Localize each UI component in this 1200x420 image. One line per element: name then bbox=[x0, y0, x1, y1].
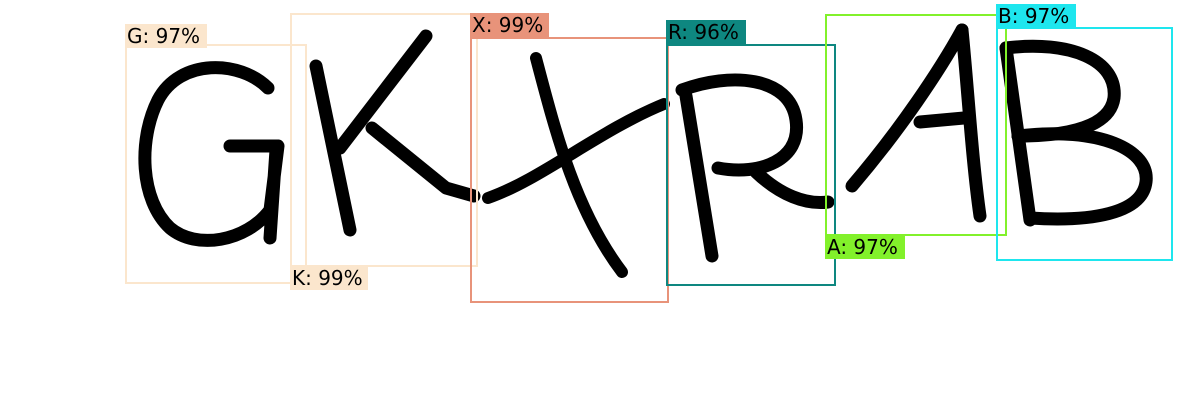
detection-label-k: K: 99% bbox=[290, 266, 368, 290]
detection-box-b bbox=[996, 27, 1173, 261]
detection-box-g bbox=[125, 44, 307, 284]
detection-label-x: X: 99% bbox=[470, 13, 549, 37]
detection-box-k bbox=[290, 13, 478, 267]
detection-canvas: G: 97% K: 99% X: 99% R: 96% A: 97% B: 97… bbox=[0, 0, 1200, 420]
detection-label-r: R: 96% bbox=[666, 20, 746, 44]
detection-label-b: B: 97% bbox=[996, 4, 1076, 28]
detection-label-a: A: 97% bbox=[825, 235, 905, 259]
detection-box-x bbox=[470, 37, 669, 303]
detection-box-a bbox=[825, 14, 1007, 236]
detection-box-r bbox=[666, 44, 836, 286]
detection-label-g: G: 97% bbox=[125, 24, 207, 48]
